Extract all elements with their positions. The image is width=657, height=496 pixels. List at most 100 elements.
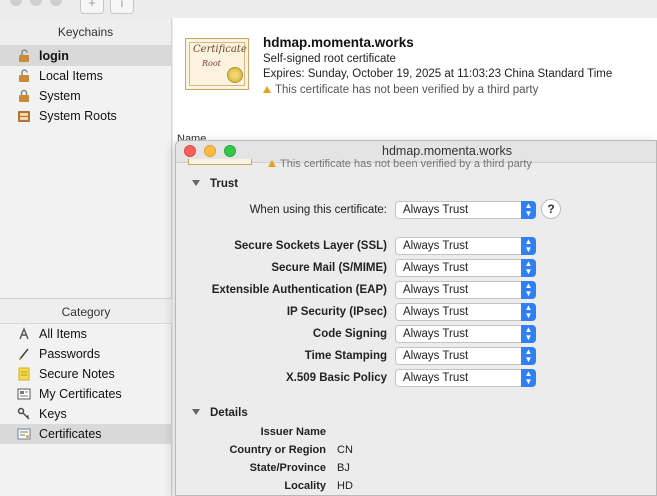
policy-code-signing-popup[interactable]: Always Trust ▲ ▼ (395, 325, 536, 343)
policy-eap-popup[interactable]: Always Trust ▲ ▼ (395, 281, 536, 299)
sidebar-item-passwords[interactable]: Passwords (0, 344, 172, 364)
sidebar-item-label: Local Items (39, 69, 103, 83)
sidebar-item-system[interactable]: System (0, 86, 171, 106)
keychain-access-window: + i Keychains login Local Items System S… (0, 0, 657, 496)
popup-value: Always Trust (403, 372, 469, 384)
help-button[interactable]: ? (541, 199, 561, 219)
warning-icon (263, 86, 271, 93)
detail-label-state: State/Province (249, 462, 326, 474)
lock-open-icon (16, 68, 32, 84)
certificate-image-text: Certificate (193, 44, 247, 55)
chevron-updown-icon: ▲ ▼ (521, 237, 536, 255)
policy-ssl-label: Secure Sockets Layer (SSL) (234, 240, 387, 252)
policy-x509-label: X.509 Basic Policy (285, 372, 387, 384)
certificate-warning: This certificate has not been verified b… (263, 84, 538, 96)
disclosure-triangle-icon (192, 409, 200, 415)
issuer-name-heading: Issuer Name (260, 426, 326, 438)
key-pencil-icon (16, 346, 32, 362)
trust-section-label: Trust (210, 178, 239, 190)
sidebar-item-all-items[interactable]: All Items (0, 324, 172, 344)
policy-ssl-popup[interactable]: Always Trust ▲ ▼ (395, 237, 536, 255)
note-icon (16, 366, 32, 382)
certificate-type: Self-signed root certificate (263, 53, 396, 65)
keychains-list: login Local Items System System Roots (0, 46, 171, 126)
details-section-toggle[interactable]: Details (192, 407, 248, 419)
chevron-updown-icon: ▲ ▼ (521, 259, 536, 277)
policy-time-stamping-popup[interactable]: Always Trust ▲ ▼ (395, 347, 536, 365)
chevron-updown-icon: ▲ ▼ (521, 303, 536, 321)
trust-section-toggle[interactable]: Trust (192, 178, 238, 190)
sidebar-item-login[interactable]: login (0, 46, 171, 66)
window-close-button[interactable] (10, 0, 22, 6)
detail-value-locality: HD (337, 480, 353, 492)
dialog-title: hdmap.momenta.works (382, 144, 512, 158)
popup-value: Always Trust (403, 262, 469, 274)
policy-ipsec-label: IP Security (IPsec) (286, 306, 387, 318)
sidebar-item-label: Secure Notes (39, 367, 115, 381)
all-items-icon (16, 326, 32, 342)
sidebar-item-keys[interactable]: Keys (0, 404, 172, 424)
sidebar-item-my-certificates[interactable]: My Certificates (0, 384, 172, 404)
lock-icon (16, 88, 32, 104)
window-zoom-button[interactable] (50, 0, 62, 6)
policy-x509-popup[interactable]: Always Trust ▲ ▼ (395, 369, 536, 387)
sidebar-item-system-roots[interactable]: System Roots (0, 106, 171, 126)
detail-value-country: CN (337, 444, 353, 456)
when-using-label: When using this certificate: (249, 204, 387, 216)
certificate-image-partial (188, 159, 252, 165)
sidebar-item-secure-notes[interactable]: Secure Notes (0, 364, 172, 384)
popup-value: Always Trust (403, 240, 469, 252)
sidebar: Keychains login Local Items System Syste… (0, 18, 172, 496)
dialog-warning-text: This certificate has not been verified b… (280, 158, 532, 170)
policy-ipsec-popup[interactable]: Always Trust ▲ ▼ (395, 303, 536, 321)
add-button[interactable]: + (80, 0, 104, 14)
certificate-image: Certificate Root (185, 38, 249, 90)
my-cert-icon (16, 386, 32, 402)
sidebar-item-local-items[interactable]: Local Items (0, 66, 171, 86)
certificate-warning-text: This certificate has not been verified b… (275, 84, 539, 96)
policy-code-signing-label: Code Signing (312, 328, 387, 340)
lock-open-icon (16, 48, 32, 64)
policy-eap-label: Extensible Authentication (EAP) (211, 284, 387, 296)
popup-value: Always Trust (403, 204, 469, 216)
certificate-image-subtext: Root (202, 59, 221, 68)
chevron-updown-icon: ▲ ▼ (521, 201, 536, 219)
details-section-label: Details (210, 407, 248, 419)
certificate-expiry: Expires: Sunday, October 19, 2025 at 11:… (263, 68, 613, 80)
certificate-title: hdmap.momenta.works (263, 35, 414, 50)
category-list: All Items Passwords Secure Notes My Cert… (0, 324, 172, 444)
chevron-updown-icon: ▲ ▼ (521, 347, 536, 365)
sidebar-item-label: Certificates (39, 427, 102, 441)
detail-label-locality: Locality (284, 480, 326, 492)
keychains-header: Keychains (0, 18, 171, 46)
sidebar-item-label: login (39, 49, 69, 63)
info-button[interactable]: i (110, 0, 134, 14)
chevron-updown-icon: ▲ ▼ (521, 325, 536, 343)
seal-icon (227, 67, 243, 83)
sidebar-item-label: All Items (39, 327, 87, 341)
sidebar-item-label: System Roots (39, 109, 117, 123)
chevron-updown-icon: ▲ ▼ (521, 369, 536, 387)
popup-value: Always Trust (403, 328, 469, 340)
sidebar-item-label: Passwords (39, 347, 101, 361)
sidebar-item-label: System (39, 89, 81, 103)
detail-value-state: BJ (337, 462, 350, 474)
popup-value: Always Trust (403, 350, 469, 362)
sidebar-item-certificates[interactable]: Certificates (0, 424, 172, 444)
popup-value: Always Trust (403, 284, 469, 296)
toolbar: + i (0, 0, 172, 16)
window-minimize-button[interactable] (30, 0, 42, 6)
sidebar-item-label: Keys (39, 407, 67, 421)
when-using-popup[interactable]: Always Trust ▲ ▼ (395, 201, 536, 219)
popup-value: Always Trust (403, 306, 469, 318)
policy-smime-popup[interactable]: Always Trust ▲ ▼ (395, 259, 536, 277)
key-icon (16, 406, 32, 422)
dialog-warning: This certificate has not been verified b… (268, 158, 532, 170)
disclosure-triangle-icon (192, 180, 200, 186)
dialog-body: This certificate has not been verified b… (176, 158, 656, 495)
warning-icon (268, 160, 276, 167)
certificate-icon (16, 426, 32, 442)
policy-smime-label: Secure Mail (S/MIME) (271, 262, 387, 274)
chevron-updown-icon: ▲ ▼ (521, 281, 536, 299)
cabinet-icon (16, 108, 32, 124)
